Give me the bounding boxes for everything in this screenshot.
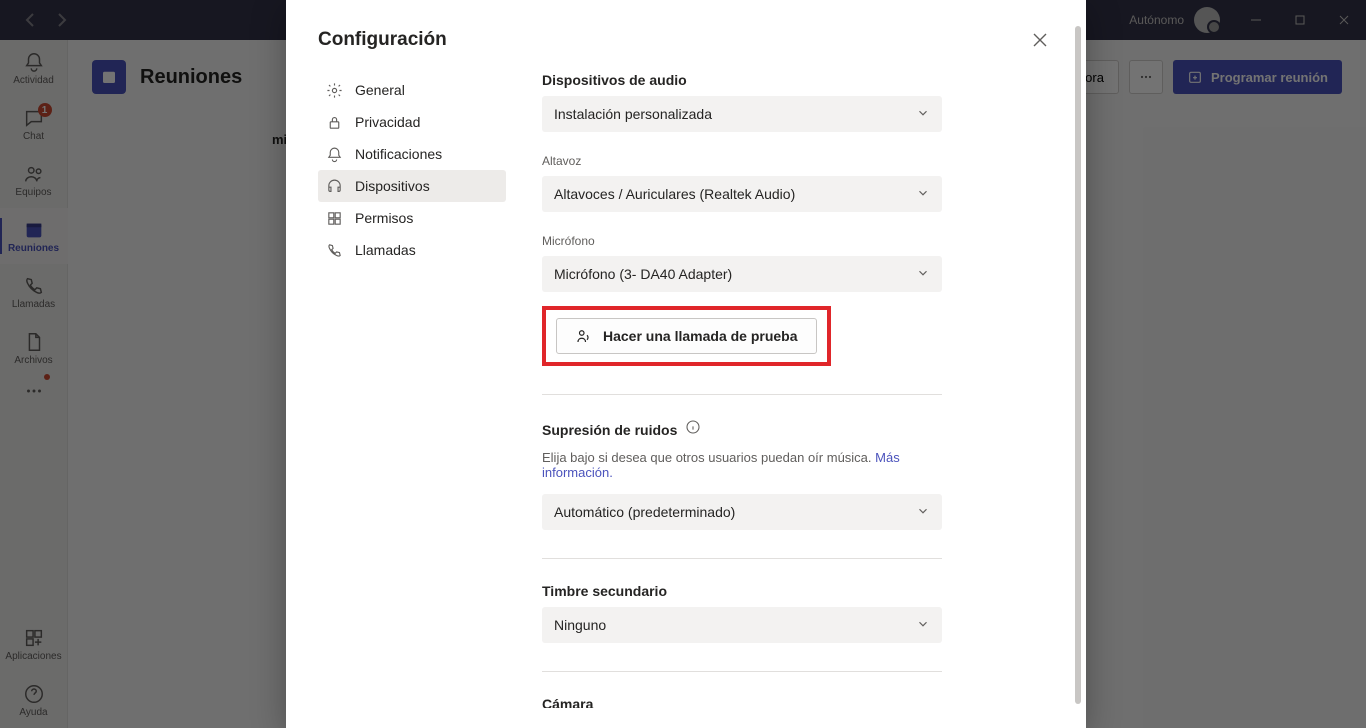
lock-icon	[326, 114, 343, 131]
chevron-down-icon	[916, 617, 930, 634]
nav-devices[interactable]: Dispositivos	[318, 170, 506, 202]
settings-nav: General Privacidad Notificaciones Dispos…	[318, 68, 506, 708]
test-call-label: Hacer una llamada de prueba	[603, 328, 798, 344]
grid-icon	[326, 210, 343, 227]
nav-general[interactable]: General	[318, 74, 506, 106]
nav-label: Dispositivos	[355, 178, 430, 194]
select-value: Micrófono (3- DA40 Adapter)	[554, 266, 732, 282]
modal-title: Configuración	[318, 29, 447, 51]
audio-setup-select[interactable]: Instalación personalizada	[542, 96, 942, 132]
info-icon[interactable]	[685, 419, 701, 440]
bell-icon	[326, 146, 343, 163]
speaker-select[interactable]: Altavoces / Auriculares (Realtek Audio)	[542, 176, 942, 212]
camera-header: Cámara	[542, 696, 1034, 708]
headset-icon	[326, 178, 343, 195]
modal-close-button[interactable]	[1026, 26, 1054, 54]
noise-desc-text: Elija bajo si desea que otros usuarios p…	[542, 450, 872, 465]
chevron-down-icon	[916, 106, 930, 123]
devices-pane: Dispositivos de audio Instalación person…	[542, 68, 1054, 708]
divider	[542, 671, 942, 672]
divider	[542, 558, 942, 559]
nav-label: Permisos	[355, 210, 413, 226]
select-value: Instalación personalizada	[554, 106, 712, 122]
settings-modal: Configuración General Privacidad Notific…	[286, 0, 1086, 728]
gear-icon	[326, 82, 343, 99]
nav-permissions[interactable]: Permisos	[318, 202, 506, 234]
nav-calls[interactable]: Llamadas	[318, 234, 506, 266]
nav-label: Privacidad	[355, 114, 420, 130]
nav-label: Notificaciones	[355, 146, 442, 162]
nav-label: General	[355, 82, 405, 98]
select-value: Automático (predeterminado)	[554, 504, 735, 520]
chevron-down-icon	[916, 266, 930, 283]
noise-select[interactable]: Automático (predeterminado)	[542, 494, 942, 530]
audio-devices-header: Dispositivos de audio	[542, 72, 1034, 88]
chevron-down-icon	[916, 186, 930, 203]
test-call-highlight: Hacer una llamada de prueba	[542, 306, 831, 366]
secondary-ringer-header: Timbre secundario	[542, 583, 1034, 599]
test-call-button[interactable]: Hacer una llamada de prueba	[556, 318, 817, 354]
noise-suppression-header: Supresión de ruidos	[542, 422, 677, 438]
mic-label: Micrófono	[542, 234, 1034, 248]
speaker-label: Altavoz	[542, 154, 1034, 168]
chevron-down-icon	[916, 504, 930, 521]
nav-notifications[interactable]: Notificaciones	[318, 138, 506, 170]
nav-privacy[interactable]: Privacidad	[318, 106, 506, 138]
mic-select[interactable]: Micrófono (3- DA40 Adapter)	[542, 256, 942, 292]
phone-icon	[326, 242, 343, 259]
select-value: Ninguno	[554, 617, 606, 633]
divider	[542, 394, 942, 395]
headset-icon	[575, 327, 593, 345]
ringer-select[interactable]: Ninguno	[542, 607, 942, 643]
select-value: Altavoces / Auriculares (Realtek Audio)	[554, 186, 795, 202]
nav-label: Llamadas	[355, 242, 416, 258]
noise-desc: Elija bajo si desea que otros usuarios p…	[542, 450, 962, 480]
